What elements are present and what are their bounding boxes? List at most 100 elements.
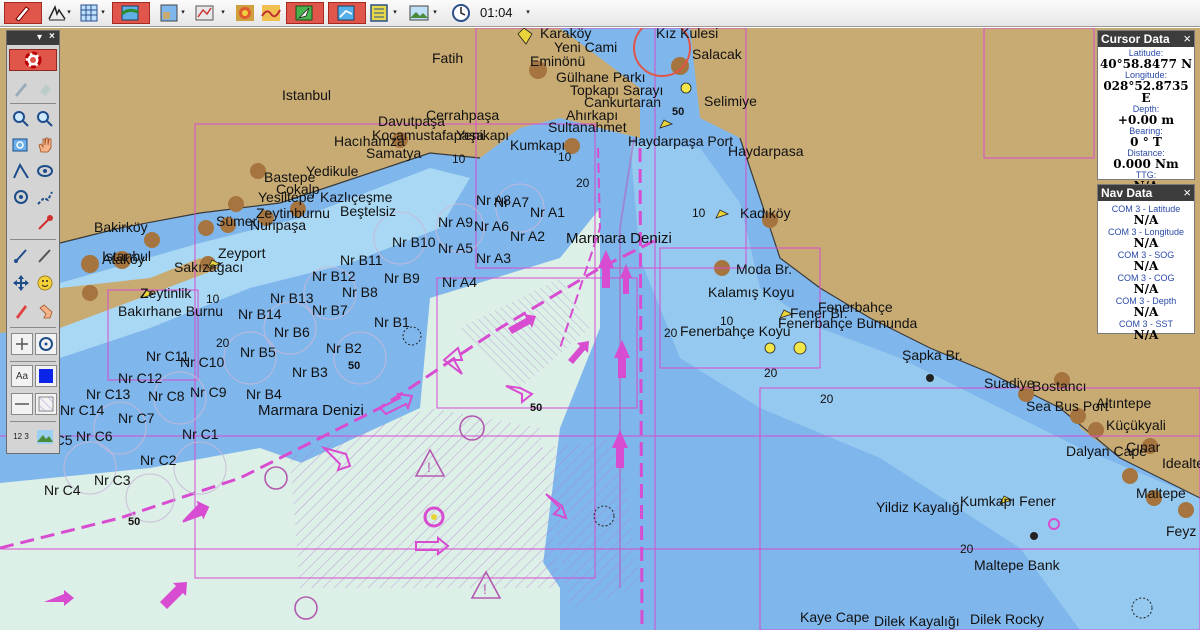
place-label: Maltepe [1136,485,1186,501]
route-tool-icon[interactable] [33,185,57,209]
plus-icon[interactable] [11,333,33,355]
finger-icon[interactable] [33,299,57,323]
longitude-value: 028°52.8735 E [1103,79,1189,105]
anchorage-label: Nr C1 [182,426,219,442]
pen-icon[interactable] [9,77,33,101]
dropper-alt-icon[interactable] [33,243,57,267]
terrain-map-icon[interactable] [260,2,282,24]
pencil-icon[interactable] [4,2,42,24]
zoom-window-icon[interactable] [9,133,33,157]
goto-icon[interactable] [33,159,57,183]
place-label: Bakirköy [94,219,148,235]
nav-data-close-button[interactable]: × [1183,185,1191,201]
place-label: Dilek Kayalığı [874,613,960,629]
smiley-icon[interactable] [33,271,57,295]
waypoint-icon[interactable] [9,185,33,209]
dropper-icon[interactable] [9,243,33,267]
numbers-icon[interactable]: 12 3 [9,425,33,449]
anchorage-label: Nr C6 [76,428,113,444]
place-label: Moda Br. [736,261,793,277]
place-label: Salacak [692,46,742,62]
place-label: Fener Br. [790,305,848,321]
zoom-in-icon[interactable] [9,107,33,131]
place-label: Zeytinlik [140,285,192,301]
com3-cog-value: N/A [1133,282,1159,296]
cursor-data-close-button[interactable]: × [1183,31,1191,47]
overlay-icon[interactable] [158,2,180,24]
ruler-dropdown-icon[interactable] [66,9,72,17]
anchorage-label: Nr B13 [270,290,314,306]
com3-longitude-value: N/A [1133,236,1159,250]
com3-sst-value: N/A [1133,328,1159,342]
clock-time: 01:04 [480,5,513,20]
tools-close-button[interactable]: × [49,31,55,42]
cursor-data-header[interactable]: Cursor Data × [1098,31,1194,47]
pan-hand-icon[interactable] [33,133,57,157]
route-dropdown-icon[interactable] [220,9,226,17]
clock-icon[interactable] [450,2,472,24]
nautical-chart[interactable]: ! ! Fatih Istanbul Davutpaşa Cerrahpaşa … [0,28,1200,630]
place-label: Kaye Cape [800,609,870,625]
pencil-tool-icon[interactable] [9,299,33,323]
panel-dropdown-icon[interactable] [392,9,398,17]
anchorage-label: Nr B2 [326,340,362,356]
track-icon[interactable] [328,2,366,24]
place-label: Samatya [366,145,422,161]
hatch-icon[interactable] [35,393,57,415]
depth-label: 20 [820,392,834,406]
place-label: Küçükyali [1106,417,1166,433]
nav-data-panel: Nav Data × COM 3 - Latitude N/A COM 3 - … [1097,184,1195,341]
eraser-icon[interactable] [33,77,57,101]
route-icon[interactable] [194,2,216,24]
place-label: Feyz [1166,523,1197,539]
place-label: Haydarpasa [728,143,804,159]
place-label: Haydarpaşa Port [628,133,734,149]
grid-dropdown-icon[interactable] [100,9,106,17]
depth-label: 50 [672,106,685,118]
depth-label: 10 [206,292,220,306]
landscape-icon[interactable] [33,425,57,449]
anchorage-label: Nr B6 [274,324,310,340]
text-tool-icon[interactable]: Aa [11,365,33,387]
track-tool-icon[interactable] [33,211,57,235]
tools-menu-icon[interactable]: ▾ [37,32,42,43]
place-label: Maltepe Bank [974,557,1060,573]
com3-depth-value: N/A [1133,305,1159,319]
place-label: Yenikapı [456,127,510,143]
place-label: Şapka Br. [902,347,963,363]
color-square-icon[interactable] [35,365,57,387]
place-label: Kalamış Koyu [708,284,795,300]
photo-icon[interactable] [408,2,430,24]
lifebuoy-icon[interactable] [9,49,57,71]
anchorage-label: Nr B11 [340,252,383,268]
photo-dropdown-icon[interactable] [432,9,438,17]
ruler-icon[interactable] [46,2,68,24]
anchorage-label: Nr A6 [474,218,510,234]
place-label: Kadıköy [740,205,791,221]
place-label: Fatih [432,50,464,66]
bearing-value: 0 ° T [1130,135,1162,149]
place-label: Sakızağacı [174,259,244,275]
cursor-data-title: Cursor Data [1101,32,1170,46]
nav-data-header[interactable]: Nav Data × [1098,185,1194,201]
panel-icon[interactable] [368,2,390,24]
anchorage-label: Nr A9 [438,214,474,230]
circle-target-icon[interactable] [35,333,57,355]
anchorage-label: Nr C7 [118,410,155,426]
chart-layer-icon[interactable] [112,2,150,24]
zoom-out-icon[interactable] [33,107,57,131]
overlay-dropdown-icon[interactable] [180,9,186,17]
place-label: Suadiye [984,375,1035,391]
place-label: Fenerbahçe Koyu [680,323,791,339]
measure-icon[interactable] [9,159,33,183]
move-icon[interactable] [9,271,33,295]
time-dropdown-icon[interactable] [525,9,531,17]
tools-palette-header[interactable]: ▾ × [7,31,59,45]
com3-latitude-value: N/A [1133,213,1159,227]
line-style-icon[interactable] [11,393,33,415]
grid-icon[interactable] [78,2,100,24]
nav-icon[interactable] [286,2,324,24]
terrain-icon[interactable] [234,2,256,24]
depth-label: 10 [452,152,466,166]
sea-name: Marmara Denizi [258,402,364,419]
